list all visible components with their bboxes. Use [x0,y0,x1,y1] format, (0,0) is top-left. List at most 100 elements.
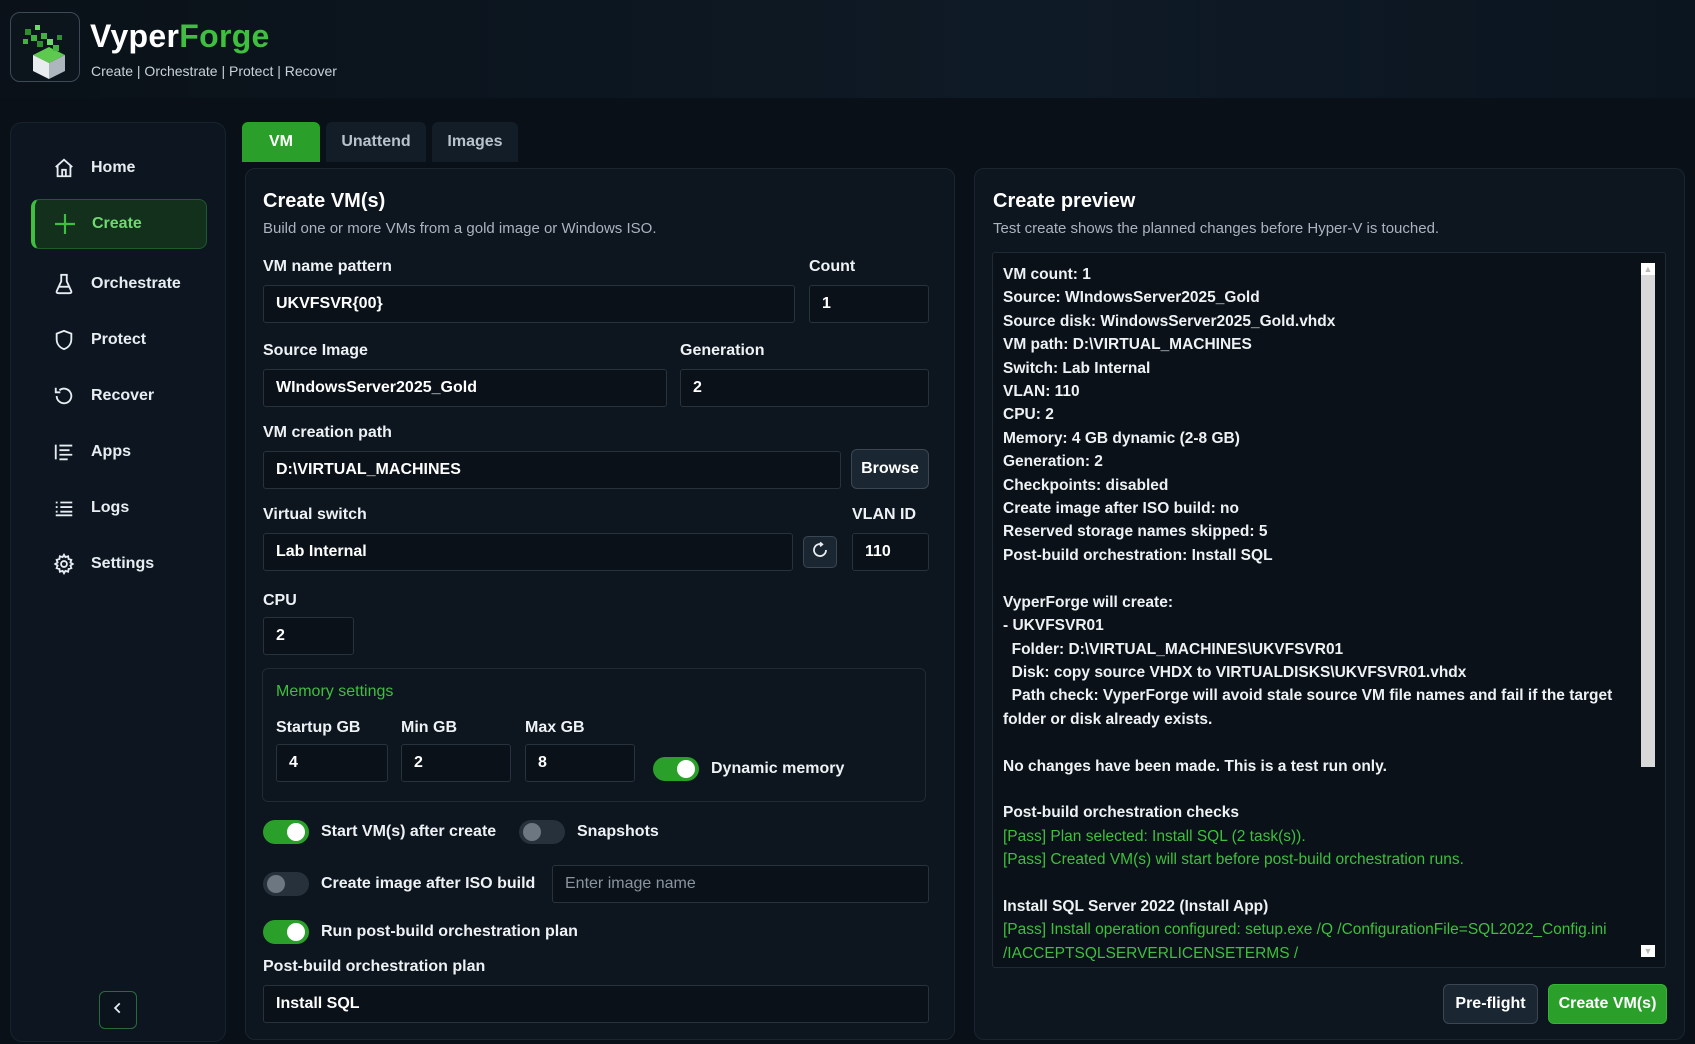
run-postbuild-label: Run post-build orchestration plan [321,923,578,940]
home-icon [51,155,77,181]
preview-line: VM path: D:\VIRTUAL_MACHINES [1003,336,1252,354]
cpu-label: CPU [263,592,297,609]
max-gb-label: Max GB [525,719,585,736]
preview-line: VM count: 1 [1003,266,1091,283]
preview-line: Path check: VyperForge will avoid stale … [1003,687,1617,728]
chevron-left-icon [111,1001,125,1020]
preview-line: VyperForge will create: [1003,593,1173,611]
logs-list-icon [51,495,77,521]
preview-line: Create image after ISO build: no [1003,500,1239,518]
sidebar-item-label: Home [91,159,136,176]
preview-line: Generation: 2 [1003,453,1103,471]
start-after-create-label: Start VM(s) after create [321,823,497,840]
preview-line [1003,872,1623,895]
sidebar-item-label: Recover [91,387,155,404]
startup-gb-input[interactable]: 4 [276,744,388,782]
app-logo [10,12,80,82]
min-gb-input[interactable]: 2 [401,744,511,782]
generation-select[interactable]: 2 [680,369,929,407]
sidebar-item-home[interactable]: Home [31,143,207,193]
source-image-select[interactable]: WIndowsServer2025_Gold [263,369,667,407]
app-header: VyperForge Create | Orchestrate | Protec… [0,0,1695,98]
create-image-label: Create image after ISO build [321,875,536,892]
preview-line: - UKVFSVR01 [1003,617,1104,635]
preview-line: Switch: Lab Internal [1003,359,1151,377]
max-gb-input[interactable]: 8 [525,744,635,782]
preview-line: Source disk: WindowsServer2025_Gold.vhdx [1003,312,1336,330]
sidebar-item-label: Apps [91,443,131,460]
cpu-input[interactable]: 2 [263,617,354,655]
start-after-create-toggle[interactable] [263,820,309,844]
source-image-label: Source Image [263,342,368,359]
sidebar-item-apps[interactable]: Apps [31,427,207,477]
app-brand: VyperForge [90,18,270,55]
sidebar-item-label: Orchestrate [91,275,181,292]
flask-icon [51,271,77,297]
sidebar-item-label: Logs [91,499,130,516]
dynamic-memory-label: Dynamic memory [711,760,845,777]
preview-pass-line: [Pass] Install operation configured: set… [1003,921,1611,962]
count-label: Count [809,258,856,275]
sidebar-item-recover[interactable]: Recover [31,371,207,421]
snapshots-toggle[interactable] [519,820,565,844]
tab-vm[interactable]: VM [242,122,320,162]
preview-line: Reserved storage names skipped: 5 [1003,523,1268,541]
shield-icon [51,327,77,353]
dynamic-memory-toggle[interactable] [653,757,699,781]
refresh-switch-button[interactable] [803,536,837,568]
preview-subtitle: Test create shows the planned changes be… [993,220,1440,237]
plus-icon [52,211,78,237]
app-tagline: Create | Orchestrate | Protect | Recover [91,63,337,79]
snapshots-label: Snapshots [577,823,659,840]
count-input[interactable]: 1 [809,285,929,323]
vlan-label: VLAN ID [852,506,916,523]
preview-output[interactable]: VM count: 1 Source: WIndowsServer2025_Gol… [992,252,1666,968]
preview-line [1003,731,1623,754]
sidebar-item-label: Create [92,215,142,232]
preview-line: Checkpoints: disabled [1003,476,1169,494]
preflight-button[interactable]: Pre-flight [1443,984,1538,1024]
create-image-toggle[interactable] [263,872,309,896]
preview-line: No changes have been made. This is a tes… [1003,757,1387,775]
run-postbuild-toggle[interactable] [263,920,309,944]
tab-unattend[interactable]: Unattend [326,122,426,162]
preview-title: Create preview [993,190,1136,212]
tab-images[interactable]: Images [432,122,518,162]
sidebar-item-orchestrate[interactable]: Orchestrate [31,259,207,309]
scroll-down-icon[interactable]: ▼ [1641,945,1655,957]
image-name-input[interactable]: Enter image name [552,865,929,903]
sidebar-item-settings[interactable]: Settings [31,539,207,589]
vm-name-pattern-input[interactable]: UKVFSVR{00} [263,285,795,323]
preview-line: Source: WIndowsServer2025_Gold [1003,289,1260,307]
gear-icon [51,551,77,577]
preview-scrollbar[interactable]: ▲ ▼ [1641,263,1655,957]
create-vm-subtitle: Build one or more VMs from a gold image … [263,220,657,237]
preview-text: VM count: 1 Source: WIndowsServer2025_Gol… [1003,263,1623,965]
virtual-switch-select[interactable]: Lab Internal [263,533,793,571]
sidebar-item-label: Settings [91,555,155,572]
refresh-icon [811,541,829,564]
sidebar-item-label: Protect [91,331,147,348]
vlan-input[interactable]: 110 [852,533,929,571]
preview-line: VLAN: 110 [1003,383,1080,401]
scroll-up-icon[interactable]: ▲ [1641,263,1655,275]
postbuild-plan-select[interactable]: Install SQL [263,985,929,1023]
browse-button[interactable]: Browse [851,449,929,489]
preview-line: CPU: 2 [1003,406,1054,424]
preview-pass-line: [Pass] Plan selected: Install SQL (2 tas… [1003,827,1306,845]
virtual-switch-label: Virtual switch [263,506,367,523]
sidebar-item-create[interactable]: Create [31,199,207,249]
scroll-thumb[interactable] [1641,275,1655,767]
preview-line: Memory: 4 GB dynamic (2-8 GB) [1003,429,1240,447]
sidebar-item-protect[interactable]: Protect [31,315,207,365]
vm-path-input[interactable]: D:\VIRTUAL_MACHINES [263,451,841,489]
preview-pass-line: [Pass] Created VM(s) will start before p… [1003,851,1464,869]
sidebar-collapse-button[interactable] [99,991,137,1029]
sidebar: Home Create Orchestrate Protect Recover … [10,122,226,1042]
preview-line: Install SQL Server 2022 (Install App) [1003,897,1269,915]
sidebar-item-logs[interactable]: Logs [31,483,207,533]
create-vms-button[interactable]: Create VM(s) [1548,984,1667,1024]
preview-line [1003,778,1623,801]
apps-list-icon [51,439,77,465]
vm-name-pattern-label: VM name pattern [263,258,392,275]
